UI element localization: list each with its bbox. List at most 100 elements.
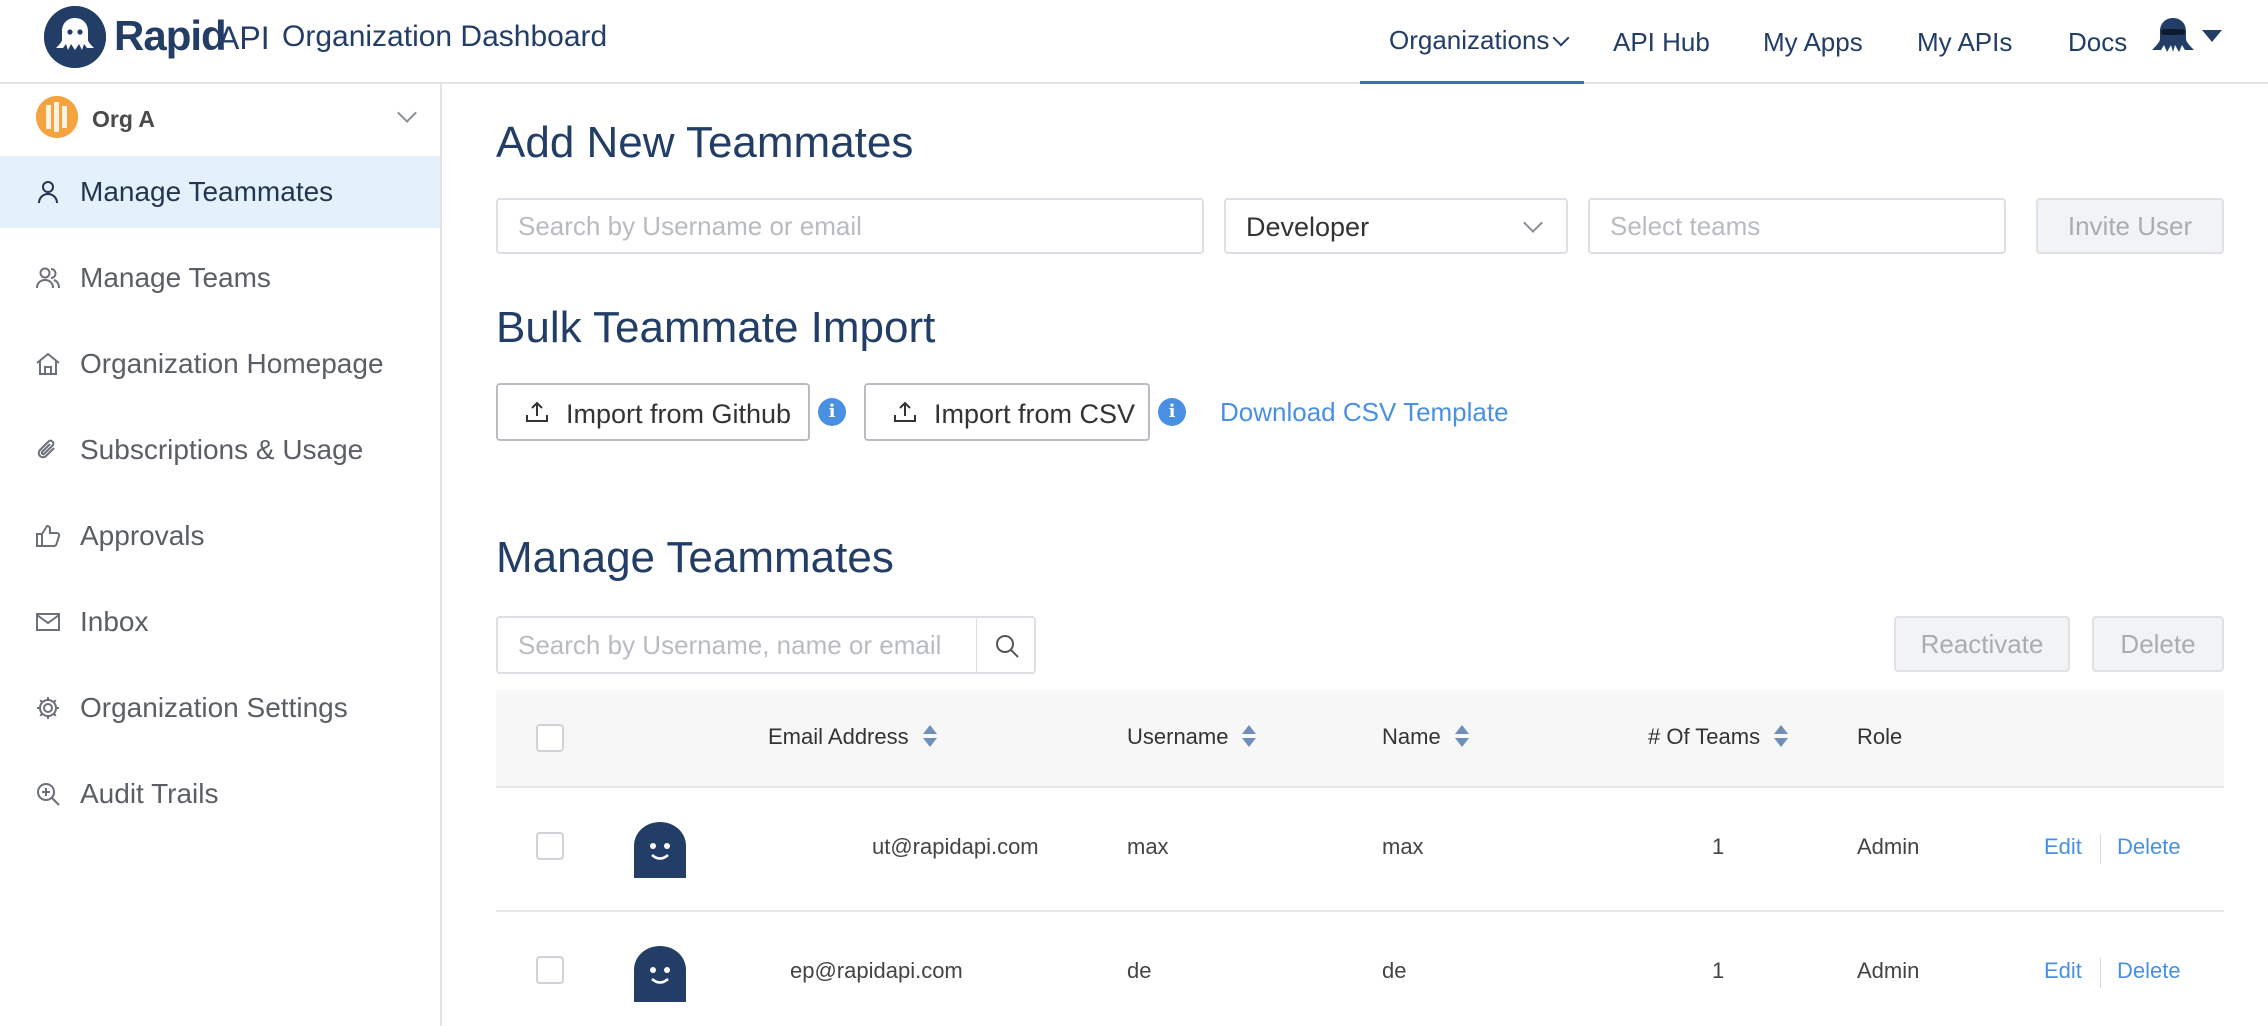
teams-select[interactable]: [1588, 198, 2006, 254]
nav-my-apps-label: My Apps: [1763, 26, 1863, 57]
sidebar-item-organization-homepage[interactable]: Organization Homepage: [0, 328, 440, 400]
upload-icon: [524, 399, 550, 425]
rapidapi-logo-icon[interactable]: [44, 6, 106, 68]
nav-docs[interactable]: Docs: [2068, 0, 2127, 84]
reactivate-button[interactable]: Reactivate: [1894, 616, 2070, 672]
invite-user-button[interactable]: Invite User: [2036, 198, 2224, 254]
nav-organizations-label: Organizations: [1389, 25, 1550, 55]
sidebar-item-label: Organization Settings: [80, 692, 348, 723]
nav-api-hub-label: API Hub: [1613, 26, 1710, 57]
sidebar-item-audit-trails[interactable]: Audit Trails: [0, 758, 440, 830]
user-menu[interactable]: [2150, 14, 2224, 64]
app-title: Organization Dashboard: [282, 20, 608, 53]
home-icon: [34, 350, 62, 378]
column-name-label: Name: [1382, 724, 1441, 749]
row-checkbox[interactable]: [536, 956, 564, 984]
import-csv-label: Import from CSV: [934, 399, 1136, 429]
teammate-search-input[interactable]: [498, 618, 976, 672]
sidebar-item-label: Approvals: [80, 520, 205, 551]
sidebar-item-subscriptions-usage[interactable]: Subscriptions & Usage: [0, 414, 440, 486]
role-select[interactable]: Developer: [1224, 198, 1568, 254]
column-role-label: Role: [1857, 724, 1903, 749]
edit-link[interactable]: Edit: [2044, 958, 2082, 984]
github-info-icon[interactable]: i: [818, 398, 846, 426]
column-teams-header[interactable]: # Of Teams: [1648, 724, 1789, 750]
nav-my-apis-label: My APIs: [1917, 26, 2013, 57]
row-checkbox[interactable]: [536, 832, 564, 860]
sidebar-item-label: Manage Teams: [80, 262, 271, 293]
import-github-button[interactable]: Import from Github: [496, 383, 810, 441]
brand-name[interactable]: Rapid: [114, 12, 227, 60]
search-icon: [996, 635, 1019, 658]
nav-my-apis[interactable]: My APIs: [1917, 0, 2012, 84]
row-role: Admin: [1857, 958, 1920, 983]
delete-link[interactable]: Delete: [2117, 958, 2181, 984]
teams-select-input[interactable]: [1590, 200, 2004, 252]
column-email-label: Email Address: [768, 724, 909, 749]
sort-icon: [1454, 725, 1469, 749]
sidebar-item-manage-teams[interactable]: Manage Teams: [0, 242, 440, 314]
row-name: max: [1382, 834, 1424, 859]
invite-search-field[interactable]: [496, 198, 1204, 254]
row-teams-count: 1: [1712, 958, 1725, 983]
mail-icon: [34, 608, 62, 636]
row-name: de: [1382, 958, 1407, 983]
sidebar: Org A Manage Teammates Manage Teams Orga…: [0, 84, 442, 1026]
select-all-checkbox[interactable]: [536, 724, 564, 752]
sidebar-item-label: Audit Trails: [80, 778, 219, 809]
org-logo-icon: [36, 96, 78, 138]
sort-icon: [922, 725, 937, 749]
table-header: Email Address Username Name # Of Teams R…: [496, 690, 2224, 788]
sidebar-item-organization-settings[interactable]: Organization Settings: [0, 672, 440, 744]
add-teammates-heading: Add New Teammates: [496, 118, 914, 167]
caret-down-icon: [2202, 30, 2222, 42]
import-csv-button[interactable]: Import from CSV: [864, 383, 1150, 441]
user-icon: [34, 178, 62, 206]
manage-teammates-heading: Manage Teammates: [496, 533, 894, 582]
bulk-import-heading: Bulk Teammate Import: [496, 303, 936, 352]
org-switcher[interactable]: Org A: [0, 84, 440, 154]
sidebar-item-approvals[interactable]: Approvals: [0, 500, 440, 572]
chevron-down-icon: [1523, 213, 1543, 233]
nav-docs-label: Docs: [2068, 26, 2128, 57]
sidebar-item-inbox[interactable]: Inbox: [0, 586, 440, 658]
download-csv-template-link[interactable]: Download CSV Template: [1220, 397, 1509, 428]
action-divider: [2100, 834, 2101, 864]
sidebar-item-label: Manage Teammates: [80, 176, 334, 207]
user-avatar-icon: [632, 944, 688, 1002]
org-name: Org A: [92, 106, 156, 132]
nav-organizations[interactable]: Organizations: [1360, 0, 1584, 84]
column-username-header[interactable]: Username: [1127, 724, 1257, 750]
bulk-delete-button[interactable]: Delete: [2092, 616, 2224, 672]
sidebar-item-label: Inbox: [80, 606, 149, 637]
nav-my-apps[interactable]: My Apps: [1763, 0, 1863, 84]
top-bar: Rapid API Organization Dashboard Organiz…: [0, 0, 2268, 84]
column-name-header[interactable]: Name: [1382, 724, 1469, 750]
action-divider: [2100, 958, 2101, 988]
csv-info-icon[interactable]: i: [1158, 398, 1186, 426]
teammate-search-field[interactable]: [496, 616, 978, 674]
search-button[interactable]: [976, 616, 1036, 674]
delete-link[interactable]: Delete: [2117, 834, 2181, 860]
row-username: de: [1127, 958, 1152, 983]
row-email: ut@rapidapi.com: [872, 834, 1039, 859]
thumbs-up-icon: [34, 522, 62, 550]
zoom-in-icon: [34, 780, 62, 808]
sidebar-item-manage-teammates[interactable]: Manage Teammates: [0, 156, 440, 228]
edit-link[interactable]: Edit: [2044, 834, 2082, 860]
row-teams-count: 1: [1712, 834, 1725, 859]
brand-suffix[interactable]: API: [218, 20, 270, 57]
invite-search-input[interactable]: [498, 200, 1202, 252]
column-username-label: Username: [1127, 724, 1229, 749]
role-select-value: Developer: [1246, 212, 1370, 242]
column-email-header[interactable]: Email Address: [768, 724, 937, 750]
gear-icon: [34, 694, 62, 722]
chevron-down-icon: [1552, 29, 1570, 46]
row-role: Admin: [1857, 834, 1920, 859]
sidebar-item-label: Organization Homepage: [80, 348, 384, 379]
sidebar-item-label: Subscriptions & Usage: [80, 434, 364, 465]
nav-api-hub[interactable]: API Hub: [1613, 0, 1710, 84]
chevron-down-icon: [397, 103, 417, 123]
column-teams-label: # Of Teams: [1648, 724, 1761, 749]
sort-icon: [1774, 725, 1789, 749]
